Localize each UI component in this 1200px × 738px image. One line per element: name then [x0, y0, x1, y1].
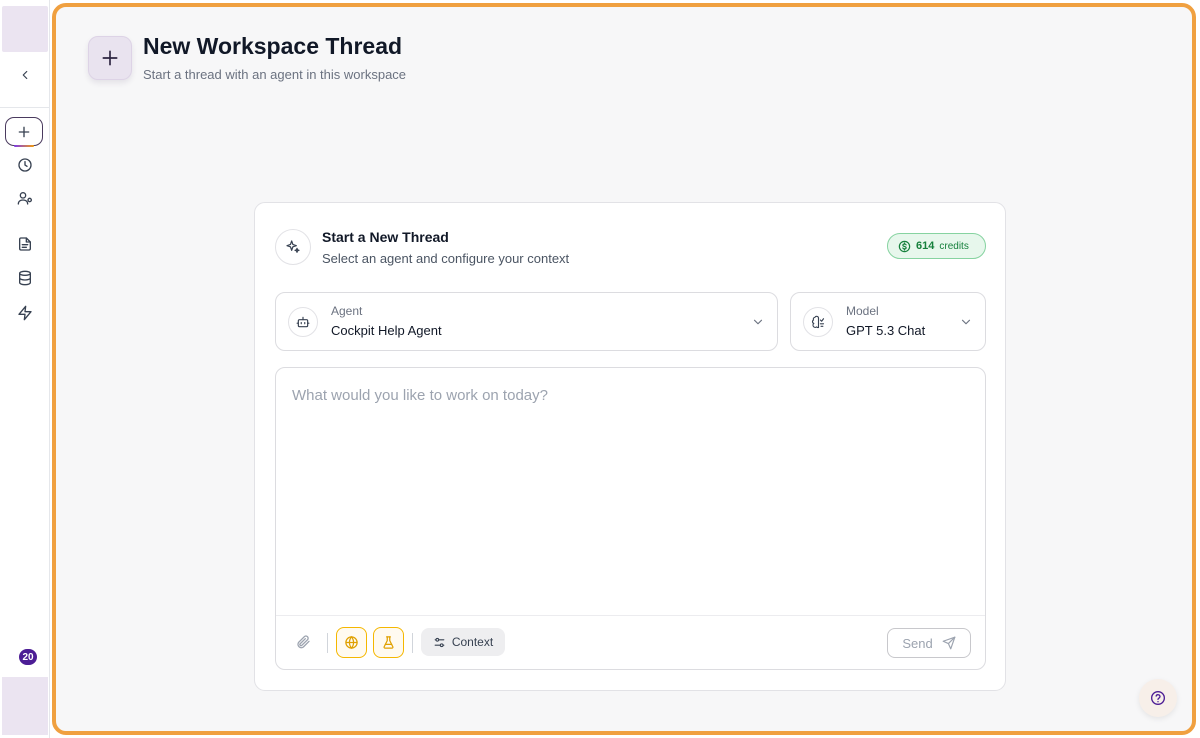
- rail-automations-button[interactable]: [0, 298, 50, 328]
- chevron-down-icon: [753, 319, 763, 325]
- rail-divider: [0, 107, 50, 108]
- page-subtitle: Start a thread with an agent in this wor…: [143, 67, 407, 82]
- rail-user-area[interactable]: [2, 677, 48, 735]
- sparkles-icon: [275, 229, 311, 265]
- left-rail: 20: [0, 0, 50, 738]
- rail-history-button[interactable]: [0, 150, 50, 180]
- rail-database-button[interactable]: [0, 263, 50, 293]
- agent-select[interactable]: Agent Cockpit Help Agent: [275, 292, 778, 351]
- globe-icon: [345, 635, 358, 650]
- collapse-sidebar-button[interactable]: [0, 58, 50, 92]
- notification-badge[interactable]: 20: [17, 647, 39, 667]
- dollar-coin-icon: [898, 240, 911, 252]
- page-title: New Workspace Thread: [143, 33, 403, 59]
- plus-icon: [18, 126, 30, 137]
- sliders-icon: [434, 637, 445, 647]
- bolt-icon: [18, 305, 32, 321]
- rail-logo-area: [2, 6, 48, 52]
- model-select-value: GPT 5.3 Chat: [846, 323, 926, 338]
- rail-documents-button[interactable]: [0, 229, 50, 259]
- card-title: Start a New Thread: [322, 229, 449, 245]
- composer-toolbar: Context Send: [276, 615, 985, 669]
- paperclip-icon: [297, 635, 310, 649]
- header-new-thread-button[interactable]: [88, 36, 132, 80]
- send-icon: [942, 636, 956, 650]
- bot-icon: [288, 307, 318, 337]
- research-toggle[interactable]: [373, 627, 404, 658]
- model-select-label: Model: [846, 304, 879, 318]
- prompt-input[interactable]: [277, 369, 984, 614]
- flask-icon: [383, 636, 394, 649]
- web-search-toggle[interactable]: [336, 627, 367, 658]
- help-button[interactable]: [1139, 679, 1177, 717]
- rail-new-thread-button[interactable]: [5, 117, 43, 147]
- document-icon: [19, 237, 31, 251]
- credits-label: credits: [939, 240, 969, 252]
- toolbar-divider: [412, 633, 413, 653]
- brain-icon: [803, 307, 833, 337]
- context-button[interactable]: Context: [421, 628, 505, 656]
- credits-amount: 614: [916, 240, 935, 252]
- toolbar-divider: [327, 633, 328, 653]
- users-icon: [17, 192, 32, 205]
- plus-icon: [102, 50, 118, 66]
- question-circle-icon: [1151, 691, 1165, 705]
- agent-select-value: Cockpit Help Agent: [331, 323, 442, 338]
- chevron-left-icon: [22, 70, 28, 80]
- context-button-label: Context: [451, 635, 494, 649]
- attach-button[interactable]: [292, 631, 314, 653]
- send-button-label: Send: [902, 635, 933, 651]
- credits-badge: 614 credits: [887, 233, 986, 259]
- rail-agents-button[interactable]: [0, 183, 50, 213]
- card-subtitle: Select an agent and configure your conte…: [322, 251, 570, 266]
- new-thread-card: Start a New Thread Select an agent and c…: [254, 202, 1006, 691]
- send-button[interactable]: Send: [887, 628, 971, 658]
- main-panel: New Workspace Thread Start a thread with…: [52, 3, 1196, 735]
- model-select[interactable]: Model GPT 5.3 Chat: [790, 292, 986, 351]
- chevron-down-icon: [961, 319, 971, 325]
- database-icon: [19, 270, 31, 286]
- clock-icon: [18, 158, 32, 172]
- composer: Context Send: [275, 367, 986, 670]
- agent-select-label: Agent: [331, 304, 363, 318]
